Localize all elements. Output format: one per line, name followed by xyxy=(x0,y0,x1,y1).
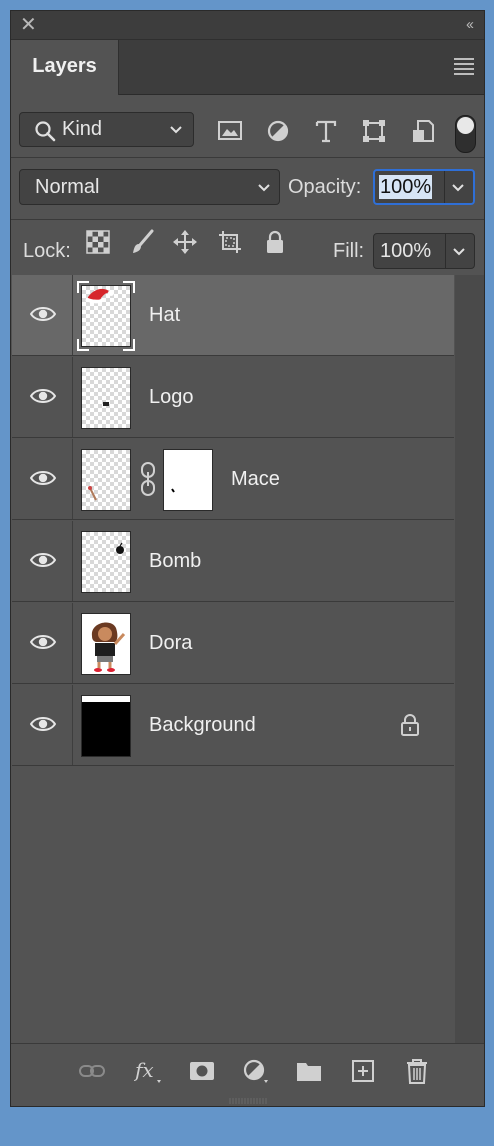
chevron-down-icon[interactable] xyxy=(452,234,466,279)
layer-row[interactable]: Dora xyxy=(12,603,454,684)
layer-thumbnail[interactable] xyxy=(81,367,131,429)
visibility-eye-icon[interactable] xyxy=(30,631,56,653)
opacity-value[interactable]: 100% xyxy=(379,175,433,199)
new-layer-icon[interactable] xyxy=(349,1058,377,1084)
layers-list: Hat Logo Mace Bomb Dora Background xyxy=(12,275,454,1043)
divider xyxy=(444,171,445,203)
filter-row: Kind xyxy=(11,105,484,153)
add-mask-icon[interactable] xyxy=(188,1058,216,1084)
visibility-eye-icon[interactable] xyxy=(30,303,56,325)
layer-name[interactable]: Bomb xyxy=(149,521,201,602)
chevron-down-icon xyxy=(257,170,271,215)
divider xyxy=(72,521,73,601)
divider xyxy=(72,685,73,765)
collapse-panel-icon[interactable]: ‹‹ xyxy=(466,14,474,36)
toggle-knob xyxy=(457,117,474,134)
smart-object-filter-icon[interactable] xyxy=(409,117,437,145)
layer-row[interactable]: Background xyxy=(12,685,454,766)
layer-row[interactable]: Logo xyxy=(12,357,454,438)
panel-menu-icon[interactable] xyxy=(454,58,474,78)
blend-mode-select[interactable]: Normal xyxy=(19,169,280,205)
visibility-eye-icon[interactable] xyxy=(30,385,56,407)
image-filter-icon[interactable] xyxy=(216,117,244,145)
layer-name[interactable]: Dora xyxy=(149,603,192,684)
layer-lock-icon[interactable] xyxy=(400,713,420,737)
adjustment-layer-icon[interactable] xyxy=(242,1058,270,1084)
delete-layer-icon[interactable] xyxy=(403,1058,431,1084)
new-group-icon[interactable] xyxy=(295,1058,323,1084)
layer-row[interactable]: Bomb xyxy=(12,521,454,602)
layer-name[interactable]: Hat xyxy=(149,275,180,356)
divider xyxy=(72,603,73,683)
fx-icon[interactable]: fx xyxy=(134,1058,162,1084)
layer-row[interactable]: Mace xyxy=(12,439,454,520)
fill-value[interactable]: 100% xyxy=(380,234,431,268)
opacity-label: Opacity: xyxy=(288,176,362,198)
shape-filter-icon[interactable] xyxy=(360,117,388,145)
filter-kind-select[interactable]: Kind xyxy=(19,112,194,147)
selection-frame xyxy=(77,281,135,351)
tab-layers[interactable]: Layers xyxy=(11,40,119,95)
lock-transparent-pixels-icon[interactable] xyxy=(85,229,111,255)
chevron-down-icon[interactable] xyxy=(451,171,465,214)
visibility-eye-icon[interactable] xyxy=(30,713,56,735)
layer-thumbnail[interactable] xyxy=(81,695,131,757)
lock-all-icon[interactable] xyxy=(262,229,288,255)
logo-thumbnail-art xyxy=(103,402,109,406)
filter-toggle[interactable] xyxy=(455,115,476,153)
divider xyxy=(445,234,446,268)
visibility-eye-icon[interactable] xyxy=(30,549,56,571)
lock-position-icon[interactable] xyxy=(172,229,198,255)
panel-tab-bar: Layers xyxy=(11,40,484,95)
divider xyxy=(11,219,484,220)
mask-link-icon[interactable] xyxy=(139,459,157,499)
visibility-eye-icon[interactable] xyxy=(30,467,56,489)
blend-mode-value: Normal xyxy=(35,176,100,198)
fill-label: Fill: xyxy=(333,240,365,262)
resize-grip[interactable] xyxy=(228,1097,268,1105)
scroll-track[interactable] xyxy=(455,275,484,1043)
layer-name[interactable]: Mace xyxy=(231,439,280,520)
close-icon[interactable]: ✕ xyxy=(20,14,37,36)
layer-thumbnail[interactable] xyxy=(81,613,131,675)
bomb-thumbnail-art xyxy=(116,542,124,554)
type-filter-icon[interactable] xyxy=(312,117,340,145)
layer-thumbnail[interactable] xyxy=(81,449,131,511)
search-icon xyxy=(35,121,56,142)
lock-artboard-icon[interactable] xyxy=(217,229,243,255)
dora-thumbnail-art xyxy=(91,622,126,672)
layers-footer-toolbar: fx xyxy=(11,1043,484,1098)
filter-kind-label: Kind xyxy=(62,118,103,140)
divider xyxy=(72,275,73,355)
adjustment-filter-icon[interactable] xyxy=(264,117,292,145)
layer-name[interactable]: Logo xyxy=(149,357,194,438)
lock-image-pixels-icon[interactable] xyxy=(130,229,156,255)
divider xyxy=(11,157,484,158)
mask-thumbnail-art xyxy=(171,488,175,493)
lock-label: Lock: xyxy=(23,240,71,262)
layer-name[interactable]: Background xyxy=(149,685,256,766)
panel-title-bar: ✕ ‹‹ xyxy=(11,11,484,40)
thumbnail-top-edge xyxy=(82,696,130,702)
layer-mask-thumbnail[interactable] xyxy=(163,449,213,511)
opacity-field[interactable]: 100% xyxy=(373,169,475,205)
mace-thumbnail-art xyxy=(88,486,97,501)
divider xyxy=(72,439,73,519)
link-layers-icon[interactable] xyxy=(78,1058,106,1084)
divider xyxy=(72,357,73,437)
svg-text:fx: fx xyxy=(134,1058,154,1082)
layer-thumbnail[interactable] xyxy=(81,531,131,593)
layer-row[interactable]: Hat xyxy=(12,275,454,356)
chevron-down-icon xyxy=(169,113,183,157)
fill-field[interactable]: 100% xyxy=(373,233,475,269)
layers-panel: ✕ ‹‹ Layers Kind Normal Opacity: 100% Lo… xyxy=(10,10,485,1107)
